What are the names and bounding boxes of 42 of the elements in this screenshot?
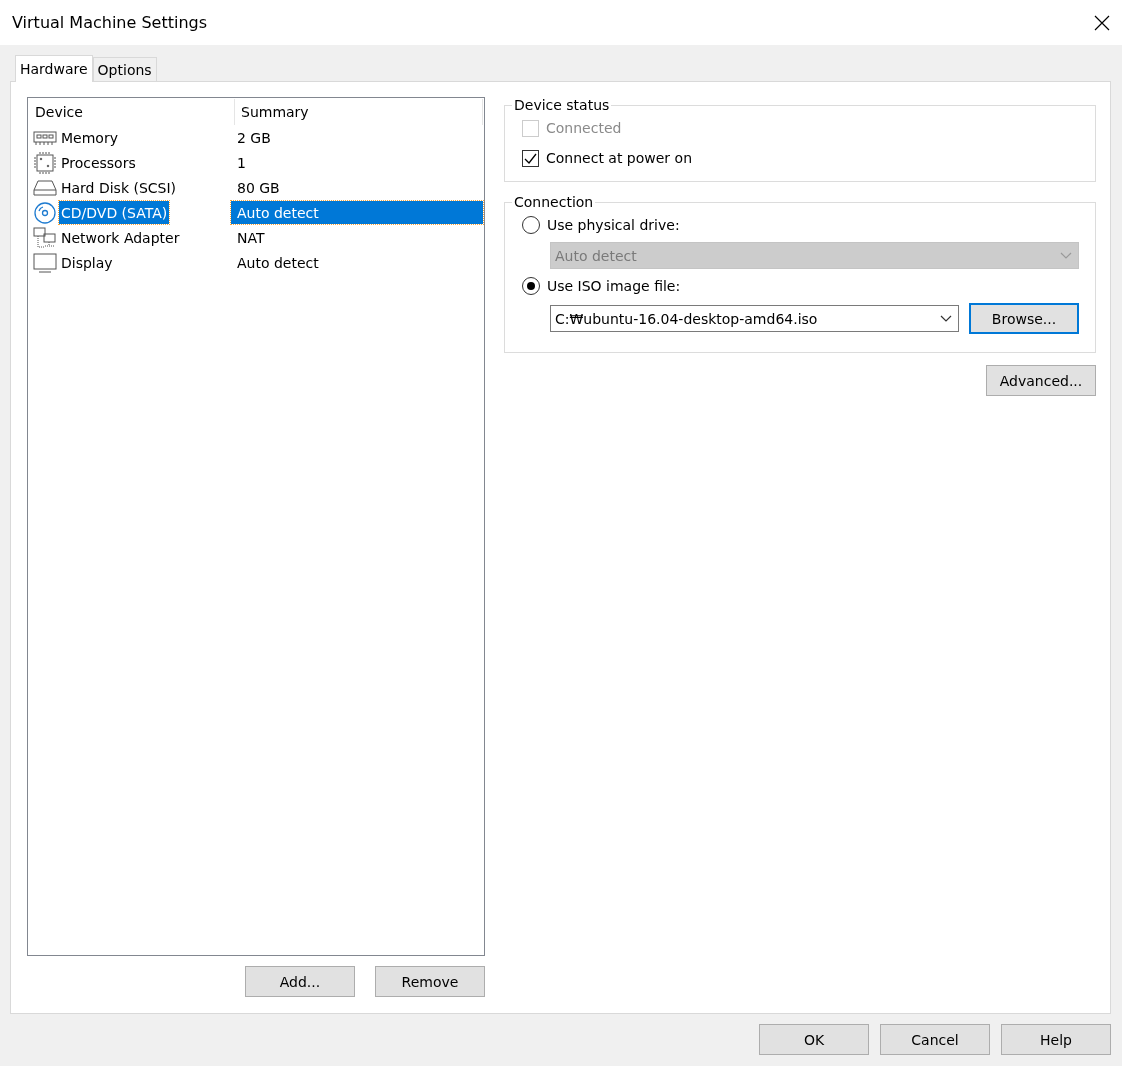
browse-button[interactable]: Browse... xyxy=(969,303,1079,334)
window-title: Virtual Machine Settings xyxy=(12,13,208,32)
device-summary[interactable]: Auto detect xyxy=(231,251,483,274)
disc-icon xyxy=(33,201,57,224)
iso-path-combo[interactable]: C:₩ubuntu-16.04-desktop-amd64.iso xyxy=(550,305,959,332)
device-summary[interactable]: 80 GB xyxy=(231,176,483,199)
device-name[interactable]: Network Adapter xyxy=(59,226,182,249)
memory-module-icon xyxy=(33,128,57,147)
checkmark-icon xyxy=(524,152,537,164)
checkbox-label[interactable]: Connect at power on xyxy=(522,147,1079,169)
chevron-down-icon xyxy=(1060,252,1072,259)
network-computers-icon xyxy=(33,225,57,250)
dialog-button[interactable]: Cancel xyxy=(880,1024,990,1055)
device-name[interactable]: Hard Disk (SCSI) xyxy=(59,176,179,199)
device-name[interactable]: Memory xyxy=(59,126,120,149)
dialog-button[interactable]: Help xyxy=(1001,1024,1111,1055)
column-header[interactable]: Summary xyxy=(235,99,483,125)
device-summary[interactable]: NAT xyxy=(231,226,483,249)
add-button[interactable]: Add... xyxy=(245,966,355,997)
radio-label[interactable]: Use ISO image file: xyxy=(522,275,1079,297)
chevron-down-icon xyxy=(940,315,952,322)
device-name[interactable]: CD/DVD (SATA) xyxy=(59,201,170,224)
radio-button[interactable] xyxy=(522,277,540,295)
device-summary[interactable]: 1 xyxy=(231,151,483,174)
device-name[interactable]: Display xyxy=(59,251,115,274)
device-name[interactable]: Processors xyxy=(59,151,138,174)
device-summary[interactable]: Auto detect xyxy=(231,201,483,224)
tab[interactable]: Hardware xyxy=(15,55,93,82)
close-icon[interactable] xyxy=(1094,14,1110,31)
column-header[interactable]: Device xyxy=(29,99,235,125)
checkbox[interactable] xyxy=(522,149,539,167)
monitor-icon xyxy=(33,251,57,274)
group-title: Device status xyxy=(513,97,611,113)
dialog-button[interactable]: OK xyxy=(759,1024,869,1055)
chip-icon xyxy=(33,150,57,175)
device-summary[interactable]: 2 GB xyxy=(231,126,483,149)
group-title: Connection xyxy=(513,194,595,210)
tab[interactable]: Options xyxy=(92,57,157,81)
advanced-button[interactable]: Advanced... xyxy=(986,365,1096,396)
radio-label[interactable]: Use physical drive: xyxy=(522,214,1079,236)
remove-button[interactable]: Remove xyxy=(375,966,485,997)
radio-button[interactable] xyxy=(522,216,540,234)
